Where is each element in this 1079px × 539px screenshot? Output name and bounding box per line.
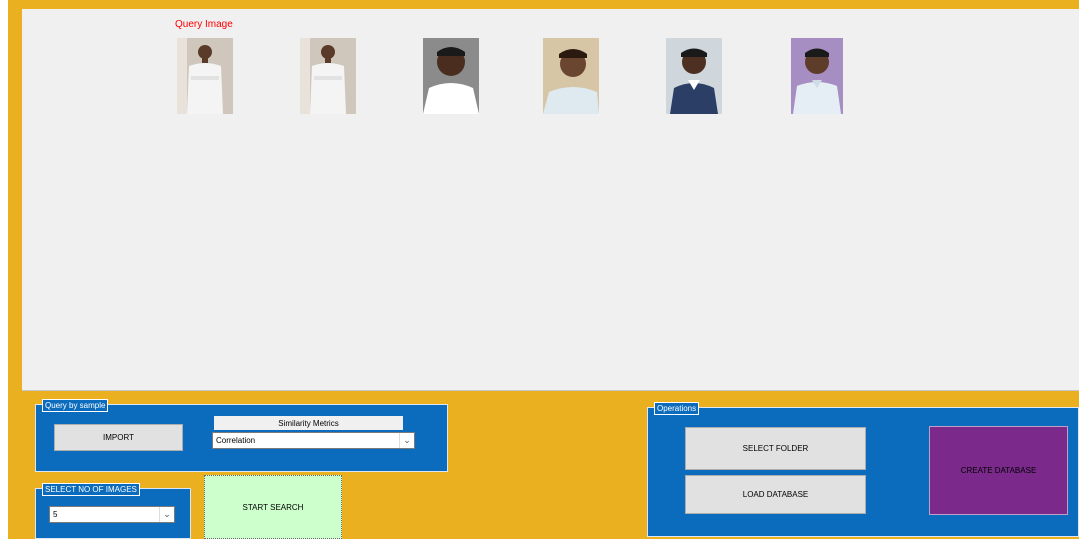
result-image-thumbnail-4[interactable] [666, 38, 722, 114]
select-folder-button[interactable]: SELECT FOLDER [685, 427, 866, 470]
person-photo-icon [791, 38, 843, 114]
query-image-label: Query Image [175, 19, 233, 30]
similarity-metrics-label: Similarity Metrics [214, 416, 403, 430]
operations-title: Operations [654, 402, 700, 415]
similarity-metric-value: Correlation [216, 436, 256, 445]
load-database-button[interactable]: LOAD DATABASE [685, 475, 866, 514]
person-photo-icon [543, 38, 599, 114]
create-database-button[interactable]: CREATE DATABASE [929, 426, 1068, 515]
person-photo-icon [423, 38, 479, 114]
query-image-thumbnail[interactable] [177, 38, 233, 114]
image-count-select[interactable]: 5 ⌄ [49, 506, 175, 523]
start-search-button[interactable]: START SEARCH [204, 475, 342, 539]
result-image-thumbnail-1[interactable] [300, 38, 356, 114]
chevron-down-icon[interactable]: ⌄ [159, 507, 174, 522]
result-image-thumbnail-5[interactable] [791, 38, 843, 114]
image-count-title: SELECT NO OF IMAGES [42, 483, 140, 496]
image-count-value: 5 [53, 510, 58, 519]
query-by-sample-title: Query by sample [42, 399, 109, 412]
chevron-down-icon[interactable]: ⌄ [399, 433, 414, 448]
import-button[interactable]: IMPORT [54, 424, 183, 451]
result-image-thumbnail-3[interactable] [543, 38, 599, 114]
similarity-metric-select[interactable]: Correlation ⌄ [212, 432, 415, 449]
person-photo-icon [666, 38, 722, 114]
result-image-thumbnail-2[interactable] [423, 38, 479, 114]
person-photo-icon [177, 38, 233, 114]
person-photo-icon [300, 38, 356, 114]
